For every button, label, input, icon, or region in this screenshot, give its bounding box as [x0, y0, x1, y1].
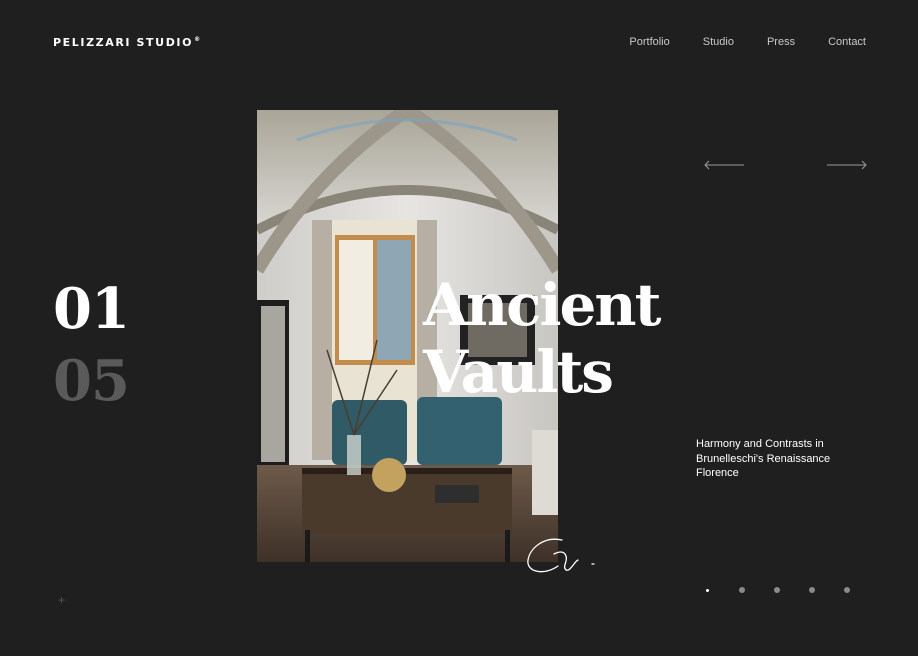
- headline-line-2: Vaults: [423, 338, 614, 406]
- registered-mark: ®: [194, 36, 201, 43]
- logo[interactable]: PELIZZARI STUDIO®: [53, 36, 200, 49]
- slide-headline: Ancient Vaults: [423, 271, 661, 406]
- headline-line-1: Ancient: [423, 271, 661, 339]
- pagination-dot-3[interactable]: [774, 587, 780, 593]
- arrow-right-icon[interactable]: [826, 158, 868, 176]
- nav-contact[interactable]: Contact: [828, 36, 866, 48]
- slide-pagination: [704, 587, 850, 593]
- pagination-dot-1[interactable]: [705, 588, 709, 592]
- pagination-dot-4[interactable]: [809, 587, 815, 593]
- nav-portfolio[interactable]: Portfolio: [629, 36, 669, 48]
- arrow-left-icon[interactable]: [703, 158, 745, 176]
- slide-subtitle: Harmony and Contrasts in Brunelleschi's …: [696, 438, 831, 479]
- signature-logo: [522, 532, 602, 583]
- slide-total-number: 05: [53, 348, 130, 414]
- pagination-dot-5[interactable]: [844, 587, 850, 593]
- nav-press[interactable]: Press: [767, 36, 795, 48]
- nav-studio[interactable]: Studio: [703, 36, 734, 48]
- slide-current-number: 01: [53, 276, 130, 342]
- plus-icon[interactable]: +: [58, 594, 65, 606]
- main-nav: Portfolio Studio Press Contact: [629, 36, 866, 48]
- pagination-dot-2[interactable]: [739, 587, 745, 593]
